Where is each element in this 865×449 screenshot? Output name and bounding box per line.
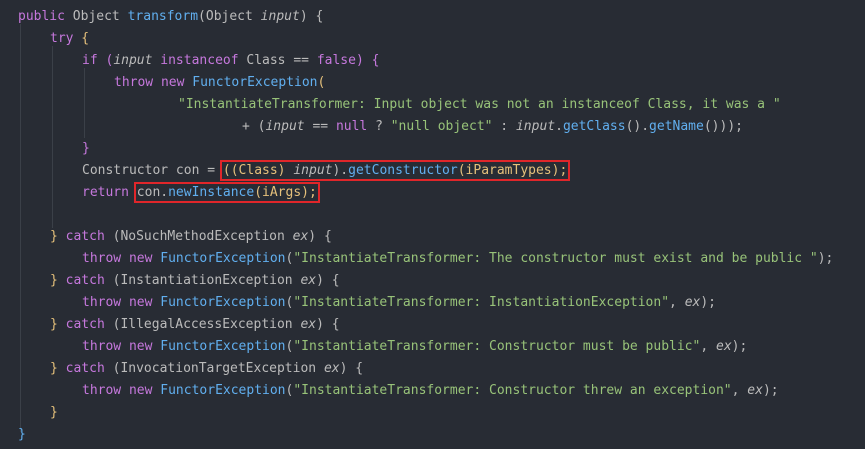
indent-guide bbox=[84, 68, 85, 138]
code-line-13: throw new FunctorException("InstantiateT… bbox=[82, 295, 716, 310]
code-line-11: throw new FunctorException("InstantiateT… bbox=[82, 251, 834, 266]
code-line-6: + (input == null ? "null object" : input… bbox=[242, 119, 743, 134]
code-line-4: throw new FunctorException( bbox=[114, 75, 326, 90]
code-line-2: try { bbox=[50, 31, 90, 46]
highlight-box-newinstance: con.newInstance(iArgs); bbox=[133, 182, 320, 203]
indent-guide bbox=[52, 46, 53, 228]
code-line-18: } bbox=[50, 405, 58, 420]
code-line-8: Constructor con = ((Class) input).getCon… bbox=[82, 160, 571, 181]
code-line-17: throw new FunctorException("InstantiateT… bbox=[82, 383, 779, 398]
code-line-15: throw new FunctorException("InstantiateT… bbox=[82, 339, 748, 354]
indent-guide bbox=[20, 24, 21, 432]
code-editor[interactable]: public Object transform(Object input) { … bbox=[0, 0, 865, 449]
code-line-7: } bbox=[82, 141, 90, 156]
code-line-14: } catch (IllegalAccessException ex) { bbox=[50, 317, 340, 332]
code-line-19: } bbox=[18, 427, 26, 442]
code-line-12: } catch (InstantiationException ex) { bbox=[50, 273, 340, 288]
code-line-16: } catch (InvocationTargetException ex) { bbox=[50, 361, 364, 376]
code-line-10: } catch (NoSuchMethodException ex) { bbox=[50, 229, 332, 244]
code-line-5: "InstantiateTransformer: Input object wa… bbox=[178, 97, 781, 112]
code-line-1: public Object transform(Object input) { bbox=[18, 9, 324, 24]
highlight-box-getconstructor: ((Class) input).getConstructor(iParamTyp… bbox=[219, 160, 571, 181]
code-line-3: if (input instanceof Class == false) { bbox=[82, 53, 380, 68]
code-line-9: return con.newInstance(iArgs); bbox=[82, 182, 320, 203]
